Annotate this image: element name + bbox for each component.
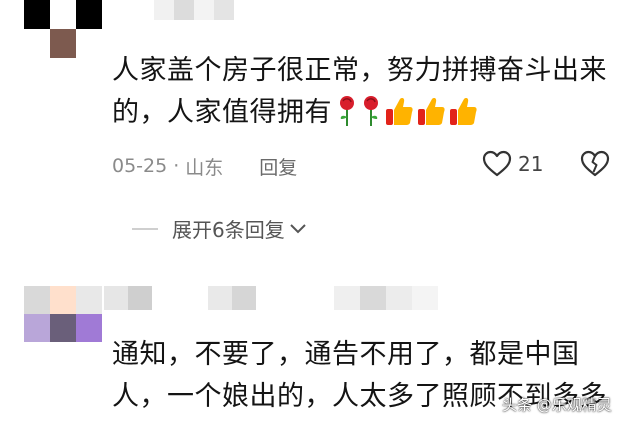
thumbs-up-icon xyxy=(386,98,413,125)
comment-location: 山东 xyxy=(185,156,224,179)
rose-icon xyxy=(364,96,378,126)
comment-line: 通知，不要了，通告不用了，都是中国 xyxy=(112,339,580,370)
comment-text: 人家盖个房子很正常，努力拼搏奋斗出来 的，人家值得拥有 xyxy=(112,50,612,134)
meta-separator: · xyxy=(173,155,180,177)
watermark: 头条 @乐观精灵 xyxy=(502,396,612,414)
rose-icon xyxy=(340,96,354,126)
broken-heart-icon xyxy=(580,150,610,177)
thumbs-up-icon xyxy=(418,98,445,125)
comment-date: 05-25 xyxy=(112,155,168,177)
emoji-row xyxy=(336,95,478,127)
username[interactable] xyxy=(154,0,234,20)
expand-replies-button[interactable]: 展开6条回复 xyxy=(132,214,307,243)
avatar[interactable] xyxy=(24,0,102,58)
dislike-button[interactable] xyxy=(580,150,610,182)
avatar[interactable] xyxy=(24,286,102,342)
chevron-down-icon xyxy=(290,223,306,233)
heart-icon xyxy=(482,150,512,177)
expand-replies-label: 展开6条回复 xyxy=(172,218,285,242)
reply-button[interactable]: 回复 xyxy=(259,153,297,180)
divider xyxy=(132,227,158,230)
thumbs-up-icon xyxy=(450,98,477,125)
comment-line-text: 的，人家值得拥有 xyxy=(112,97,332,128)
comment-meta: 05-25 · 山东 回复 xyxy=(112,152,297,180)
like-button[interactable]: 21 xyxy=(482,150,543,178)
like-count: 21 xyxy=(518,152,544,176)
comment-line: 人家盖个房子很正常，努力拼搏奋斗出来 xyxy=(112,55,607,86)
comment-line: 的，人家值得拥有 xyxy=(112,92,612,134)
username[interactable] xyxy=(104,286,444,310)
